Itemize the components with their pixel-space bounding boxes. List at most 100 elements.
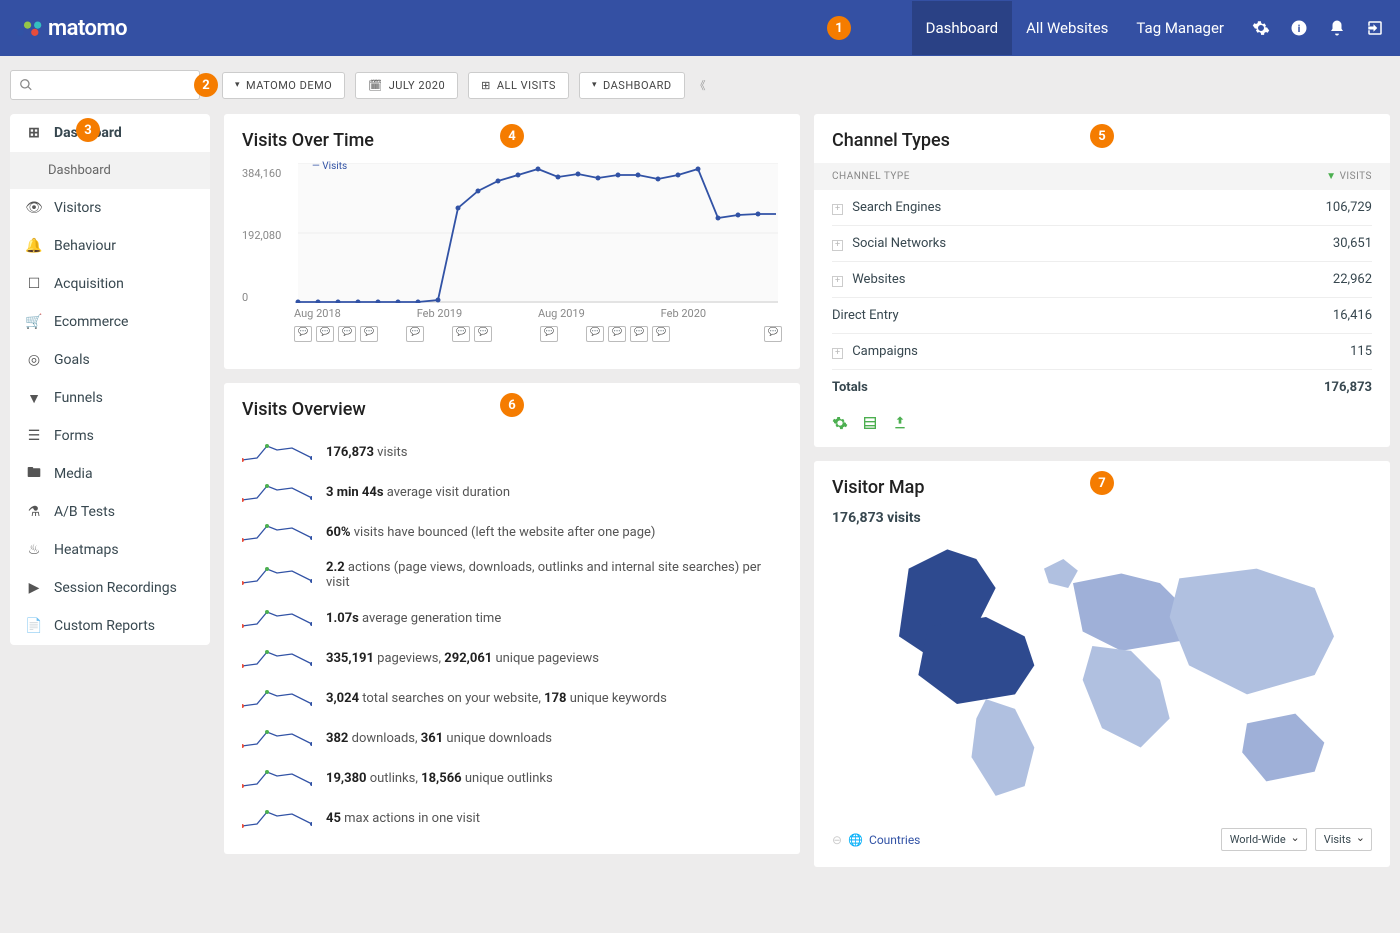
sidebar-item-acquisition[interactable]: ☐Acquisition [10,265,210,303]
overview-row: 176,873 visits [242,432,782,472]
brand-text: matomo [48,16,127,41]
sidebar-item-behaviour[interactable]: 🔔Behaviour [10,227,210,265]
sparkline [242,726,312,750]
cart-icon: 🛒 [26,314,42,330]
table-icon[interactable] [862,415,878,431]
expand-icon[interactable]: + [832,240,843,251]
sidebar-item-abtests[interactable]: ⚗A/B Tests [10,493,210,531]
segment-selector[interactable]: ⊞ALL VISITS [468,72,569,99]
sparkline [242,440,312,464]
binoculars-icon: 👁 [26,200,42,216]
box-icon: ☐ [26,276,42,292]
gear-icon[interactable] [832,415,848,431]
sidebar-item-heatmaps[interactable]: ♨Heatmaps [10,531,210,569]
nav-dashboard[interactable]: Dashboard [912,1,1013,55]
dashboard-selector[interactable]: ▾DASHBOARD [579,72,685,99]
table-row[interactable]: + Social Networks30,651 [832,226,1372,262]
sidebar-item-session-recordings[interactable]: ▶Session Recordings [10,569,210,607]
sparkline [242,563,312,587]
gear-icon[interactable] [1252,19,1270,37]
topbar: matomo 1 Dashboard All Websites Tag Mana… [0,0,1400,56]
folder-icon: 🖿 [26,466,42,482]
sparkline [242,606,312,630]
export-icon[interactable] [892,415,908,431]
sidebar-item-custom-reports[interactable]: 📄Custom Reports [10,607,210,645]
overview-row: 3,024 total searches on your website, 17… [242,678,782,718]
overview-row: 19,380 outlinks, 18,566 unique outlinks [242,758,782,798]
nav-all-websites[interactable]: All Websites [1012,1,1122,55]
overview-row: 45 max actions in one visit [242,798,782,838]
top-nav: Dashboard All Websites Tag Manager i [912,1,1384,55]
sidebar-item-forms[interactable]: ☰Forms [10,417,210,455]
annotation-badge-5: 5 [1090,124,1114,148]
annotation-badge-2: 2 [194,73,218,97]
sparkline [242,806,312,830]
svg-text:i: i [1298,22,1301,35]
col-channel-type: CHANNEL TYPE [832,171,910,182]
sidebar-item-visitors[interactable]: 👁Visitors [10,189,210,227]
map-metric-select[interactable]: Visits [1315,828,1372,851]
table-row[interactable]: + Websites22,962 [832,262,1372,298]
world-map[interactable] [832,530,1372,820]
col-visits[interactable]: ▼ VISITS [1326,171,1372,182]
chart-legend: — Visits [312,161,347,172]
filter-bar: 2 ▾MATOMO DEMO 🗓JULY 2020 ⊞ALL VISITS ▾D… [0,56,1400,114]
annotation-badge-4: 4 [500,124,524,148]
sidebar: 3 ⊞Dashboard Dashboard 👁Visitors 🔔Behavi… [10,114,210,645]
bell-icon: 🔔 [26,238,42,254]
sidebar-item-goals[interactable]: ◎Goals [10,341,210,379]
calendar-icon: 🗓 [368,79,382,92]
overview-row: 1.07s average generation time [242,598,782,638]
logout-icon[interactable] [1366,19,1384,37]
info-icon[interactable]: i [1290,19,1308,37]
expand-icon[interactable]: + [832,348,843,359]
target-icon: ◎ [26,352,42,368]
table-row[interactable]: + Campaigns115 [832,334,1372,370]
card-visits-over-time: 4 Visits Over Time — Visits 384,160 192,… [224,114,800,369]
sidebar-item-media[interactable]: 🖿Media [10,455,210,493]
visits-chart[interactable]: — Visits 384,160 192,080 0 [242,163,782,353]
search-input[interactable] [10,70,200,100]
period-selector[interactable]: 🗓JULY 2020 [355,72,458,99]
logo[interactable]: matomo [16,16,127,41]
play-icon: ▶ [26,580,42,596]
annotation-badge-7: 7 [1090,471,1114,495]
sidebar-item-dashboard[interactable]: ⊞Dashboard [10,114,210,152]
map-region-select[interactable]: World-Wide [1221,828,1307,851]
bell-icon[interactable] [1328,19,1346,37]
overview-row: 335,191 pageviews, 292,061 unique pagevi… [242,638,782,678]
nav-tag-manager[interactable]: Tag Manager [1122,1,1238,55]
sidebar-sub-dashboard[interactable]: Dashboard [10,152,210,189]
overview-row: 3 min 44s average visit duration [242,472,782,512]
matomo-logo-icon [16,18,42,38]
sparkline [242,766,312,790]
table-row[interactable]: + Search Engines106,729 [832,190,1372,226]
expand-icon[interactable]: + [832,204,843,215]
collapse-icon[interactable]: 《 [695,77,706,93]
card-visits-overview: 6 Visits Overview 176,873 visits3 min 44… [224,383,800,854]
segment-icon: ⊞ [481,79,491,92]
form-icon: ☰ [26,428,42,444]
sparkline [242,686,312,710]
chart-annotations[interactable]: 💬💬💬💬 💬 💬💬 💬 💬💬💬💬 💬 [294,326,782,342]
grid-icon: ⊞ [26,125,42,141]
sparkline [242,646,312,670]
overview-row: 60% visits have bounced (left the websit… [242,512,782,552]
table-totals-row: Totals 176,873 [832,370,1372,405]
sidebar-item-ecommerce[interactable]: 🛒Ecommerce [10,303,210,341]
main-area: 3 ⊞Dashboard Dashboard 👁Visitors 🔔Behavi… [0,114,1400,887]
flask-icon: ⚗ [26,504,42,520]
flame-icon: ♨ [26,542,42,558]
zoom-out-icon: ⊖ [832,833,842,847]
annotation-badge-3: 3 [76,118,100,142]
table-row[interactable]: Direct Entry16,416 [832,298,1372,334]
map-total-visits: 176,873 visits [832,510,1372,526]
annotation-badge-6: 6 [500,393,524,417]
search-icon [19,78,33,92]
sidebar-item-funnels[interactable]: ▼Funnels [10,379,210,417]
map-countries-toggle[interactable]: ⊖ 🌐 Countries [832,833,920,847]
funnel-icon: ▼ [26,390,42,406]
site-selector[interactable]: ▾MATOMO DEMO [222,72,345,99]
sparkline [242,520,312,544]
expand-icon[interactable]: + [832,276,843,287]
